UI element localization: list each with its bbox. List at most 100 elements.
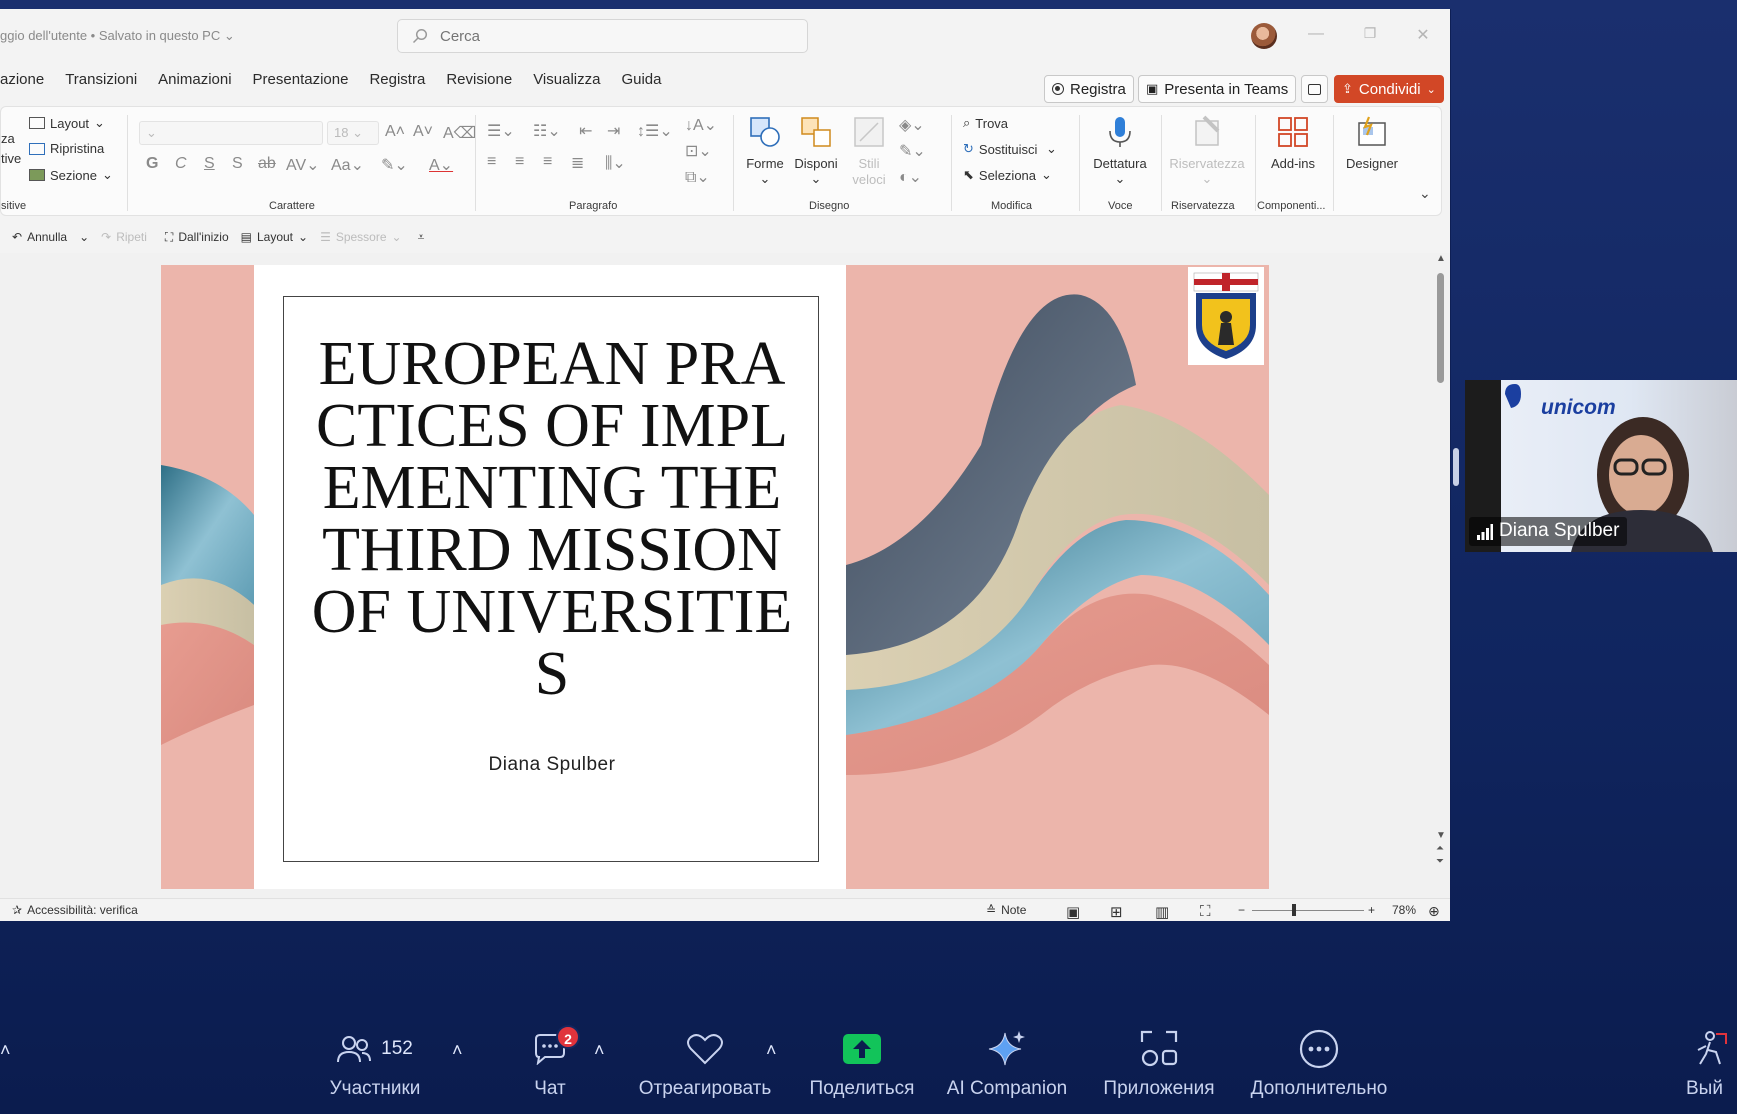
undo-dropdown[interactable]: ⌄ bbox=[79, 230, 89, 244]
accessibility-check[interactable]: ✰ Accessibilità: verifica bbox=[12, 903, 138, 917]
slide-canvas[interactable]: EUROPEAN PRACTICES OF IMPLEMENTING THE T… bbox=[161, 265, 1269, 889]
vertical-scrollbar[interactable] bbox=[1437, 273, 1444, 383]
tab-review[interactable]: Revisione bbox=[446, 71, 512, 97]
numbering-icon[interactable]: ☷⌄ bbox=[533, 121, 561, 141]
apps-button[interactable]: Приложения bbox=[1094, 1026, 1224, 1100]
text-direction-icon[interactable]: ↓A⌄ bbox=[685, 115, 717, 135]
underline-button[interactable]: S bbox=[204, 155, 215, 173]
font-size-box[interactable]: 18 ⌄ bbox=[327, 121, 379, 145]
increase-font-icon[interactable]: A˄ bbox=[385, 123, 405, 141]
tab-record[interactable]: Registra bbox=[369, 71, 425, 97]
share-button[interactable]: ⇪ Condividi ⌄ bbox=[1334, 75, 1444, 103]
tab-animations[interactable]: Animazioni bbox=[158, 71, 231, 97]
align-center-icon[interactable]: ≡ bbox=[515, 153, 524, 171]
chevron-up-icon[interactable]: ˄ bbox=[0, 1040, 11, 1061]
comments-button[interactable] bbox=[1301, 75, 1328, 103]
tab-slideshow[interactable]: Presentazione bbox=[253, 71, 349, 97]
search-box[interactable] bbox=[397, 19, 808, 53]
participants-button[interactable]: 152 Участники bbox=[320, 1026, 430, 1100]
present-in-teams-button[interactable]: ▣ Presenta in Teams bbox=[1138, 75, 1297, 103]
leave-button[interactable]: Вый bbox=[1686, 1026, 1737, 1100]
restore-button[interactable]: ❐ bbox=[1358, 25, 1382, 42]
italic-button[interactable]: C bbox=[175, 155, 187, 173]
more-button[interactable]: Дополнительно bbox=[1238, 1026, 1400, 1100]
reset-button[interactable]: Ripristina bbox=[29, 141, 104, 156]
user-avatar[interactable] bbox=[1251, 23, 1277, 49]
qat-layout-button[interactable]: ▤ Layout ⌄ bbox=[241, 230, 308, 244]
shape-fill-icon[interactable]: ◈⌄ bbox=[899, 115, 925, 135]
react-chevron-up-icon[interactable]: ˄ bbox=[766, 1040, 777, 1061]
smartart-icon[interactable]: ⧉⌄ bbox=[685, 167, 710, 187]
zoom-level[interactable]: 78% bbox=[1392, 903, 1416, 917]
zoom-slider[interactable] bbox=[1252, 910, 1364, 911]
participants-chevron-up-icon[interactable]: ˄ bbox=[452, 1040, 463, 1061]
document-title[interactable]: ggio dell'utente • Salvato in questo PC … bbox=[0, 28, 235, 44]
slide-author[interactable]: Diana Spulber bbox=[284, 754, 820, 776]
from-start-button[interactable]: ⛶ Dall'inizio bbox=[165, 230, 229, 245]
normal-view-icon[interactable]: ▣ bbox=[1066, 903, 1080, 921]
select-button[interactable]: ⬉ Seleziona ⌄ bbox=[963, 167, 1052, 183]
arrange-button[interactable]: Disponi ⌄ bbox=[791, 115, 841, 187]
quick-styles-button[interactable]: Stili veloci bbox=[843, 115, 895, 188]
undo-button[interactable]: ↶ Annulla bbox=[12, 230, 67, 244]
section-button[interactable]: Sezione ⌄ bbox=[29, 167, 113, 183]
ai-companion-button[interactable]: AI Companion bbox=[940, 1026, 1074, 1100]
record-button[interactable]: Registra bbox=[1044, 75, 1134, 103]
video-tile[interactable]: unicom Diana Spulber bbox=[1465, 380, 1737, 552]
bold-button[interactable]: G bbox=[146, 155, 158, 173]
shape-effects-icon[interactable]: ◐⌄ bbox=[899, 167, 922, 187]
zoom-in-icon[interactable]: + bbox=[1368, 903, 1375, 917]
notes-button[interactable]: ≙ Note bbox=[986, 903, 1026, 917]
chat-chevron-up-icon[interactable]: ˄ bbox=[594, 1040, 605, 1061]
shape-outline-icon[interactable]: ✎⌄ bbox=[899, 141, 926, 161]
fit-slide-icon[interactable]: ⊕ bbox=[1428, 903, 1440, 920]
slide-sorter-icon[interactable]: ⊞ bbox=[1110, 903, 1123, 921]
line-spacing-icon[interactable]: ↕☰⌄ bbox=[637, 121, 673, 141]
align-left-icon[interactable]: ≡ bbox=[487, 153, 496, 171]
shapes-button[interactable]: Forme ⌄ bbox=[743, 115, 787, 187]
ribbon-expand-icon[interactable]: ⌄ bbox=[1419, 185, 1431, 202]
scroll-page-icons[interactable]: ▼ ⏶ ⏷ bbox=[1436, 829, 1446, 868]
react-button[interactable]: Отреагировать bbox=[630, 1026, 780, 1100]
align-text-icon[interactable]: ⊡⌄ bbox=[685, 141, 712, 161]
scroll-up-icon[interactable]: ▲ bbox=[1436, 253, 1446, 264]
clear-format-icon[interactable]: A⌫ bbox=[443, 123, 476, 143]
align-right-icon[interactable]: ≡ bbox=[543, 153, 552, 171]
sensitivity-button[interactable]: Riservatezza ⌄ bbox=[1167, 115, 1247, 187]
slide-title[interactable]: EUROPEAN PRACTICES OF IMPLEMENTING THE T… bbox=[284, 333, 820, 705]
slideshow-icon[interactable]: ⛶ bbox=[1200, 903, 1211, 920]
layout-button[interactable]: Layout ⌄ bbox=[29, 115, 105, 131]
replace-button[interactable]: ↻ Sostituisci ⌄ bbox=[963, 141, 1057, 157]
search-input[interactable] bbox=[440, 27, 780, 45]
strikethrough-icon[interactable]: ab bbox=[258, 155, 276, 173]
reading-view-icon[interactable]: ▥ bbox=[1155, 903, 1169, 921]
minimize-button[interactable]: — bbox=[1304, 25, 1328, 43]
addins-button[interactable]: Add-ins bbox=[1265, 115, 1321, 171]
tab-design[interactable]: azione bbox=[0, 71, 44, 97]
thickness-button[interactable]: ☰ Spessore ⌄ bbox=[320, 230, 402, 244]
decrease-indent-icon[interactable]: ⇤ bbox=[579, 121, 592, 141]
share-screen-button[interactable]: Поделиться bbox=[800, 1026, 924, 1100]
change-case-icon[interactable]: Aa⌄ bbox=[331, 155, 364, 175]
highlight-icon[interactable]: ✎⌄ bbox=[381, 155, 408, 175]
resize-handle[interactable] bbox=[1453, 448, 1459, 486]
tab-help[interactable]: Guida bbox=[621, 71, 661, 97]
font-name-box[interactable]: ⌄ bbox=[139, 121, 323, 145]
decrease-font-icon[interactable]: A˅ bbox=[413, 123, 433, 141]
shadow-button[interactable]: S bbox=[232, 155, 243, 173]
redo-button[interactable]: ↷ Ripeti bbox=[101, 230, 147, 244]
columns-icon[interactable]: ⫼⌄ bbox=[605, 153, 626, 173]
font-color-icon[interactable]: A⌄ bbox=[429, 155, 453, 175]
find-button[interactable]: ⌕ Trova bbox=[963, 115, 1008, 131]
char-spacing-icon[interactable]: AV⌄ bbox=[286, 155, 320, 175]
zoom-out-icon[interactable]: − bbox=[1238, 903, 1245, 917]
justify-icon[interactable]: ≣ bbox=[571, 153, 584, 173]
zoom-slider-thumb[interactable] bbox=[1292, 904, 1296, 916]
dictate-button[interactable]: Dettatura ⌄ bbox=[1089, 115, 1151, 187]
designer-button[interactable]: Designer bbox=[1341, 115, 1403, 171]
tab-view[interactable]: Visualizza bbox=[533, 71, 600, 97]
tab-transitions[interactable]: Transizioni bbox=[65, 71, 137, 97]
close-button[interactable]: ✕ bbox=[1411, 25, 1435, 45]
customize-qat-icon[interactable]: ⩡ bbox=[418, 230, 425, 245]
bullets-icon[interactable]: ☰⌄ bbox=[487, 121, 515, 141]
